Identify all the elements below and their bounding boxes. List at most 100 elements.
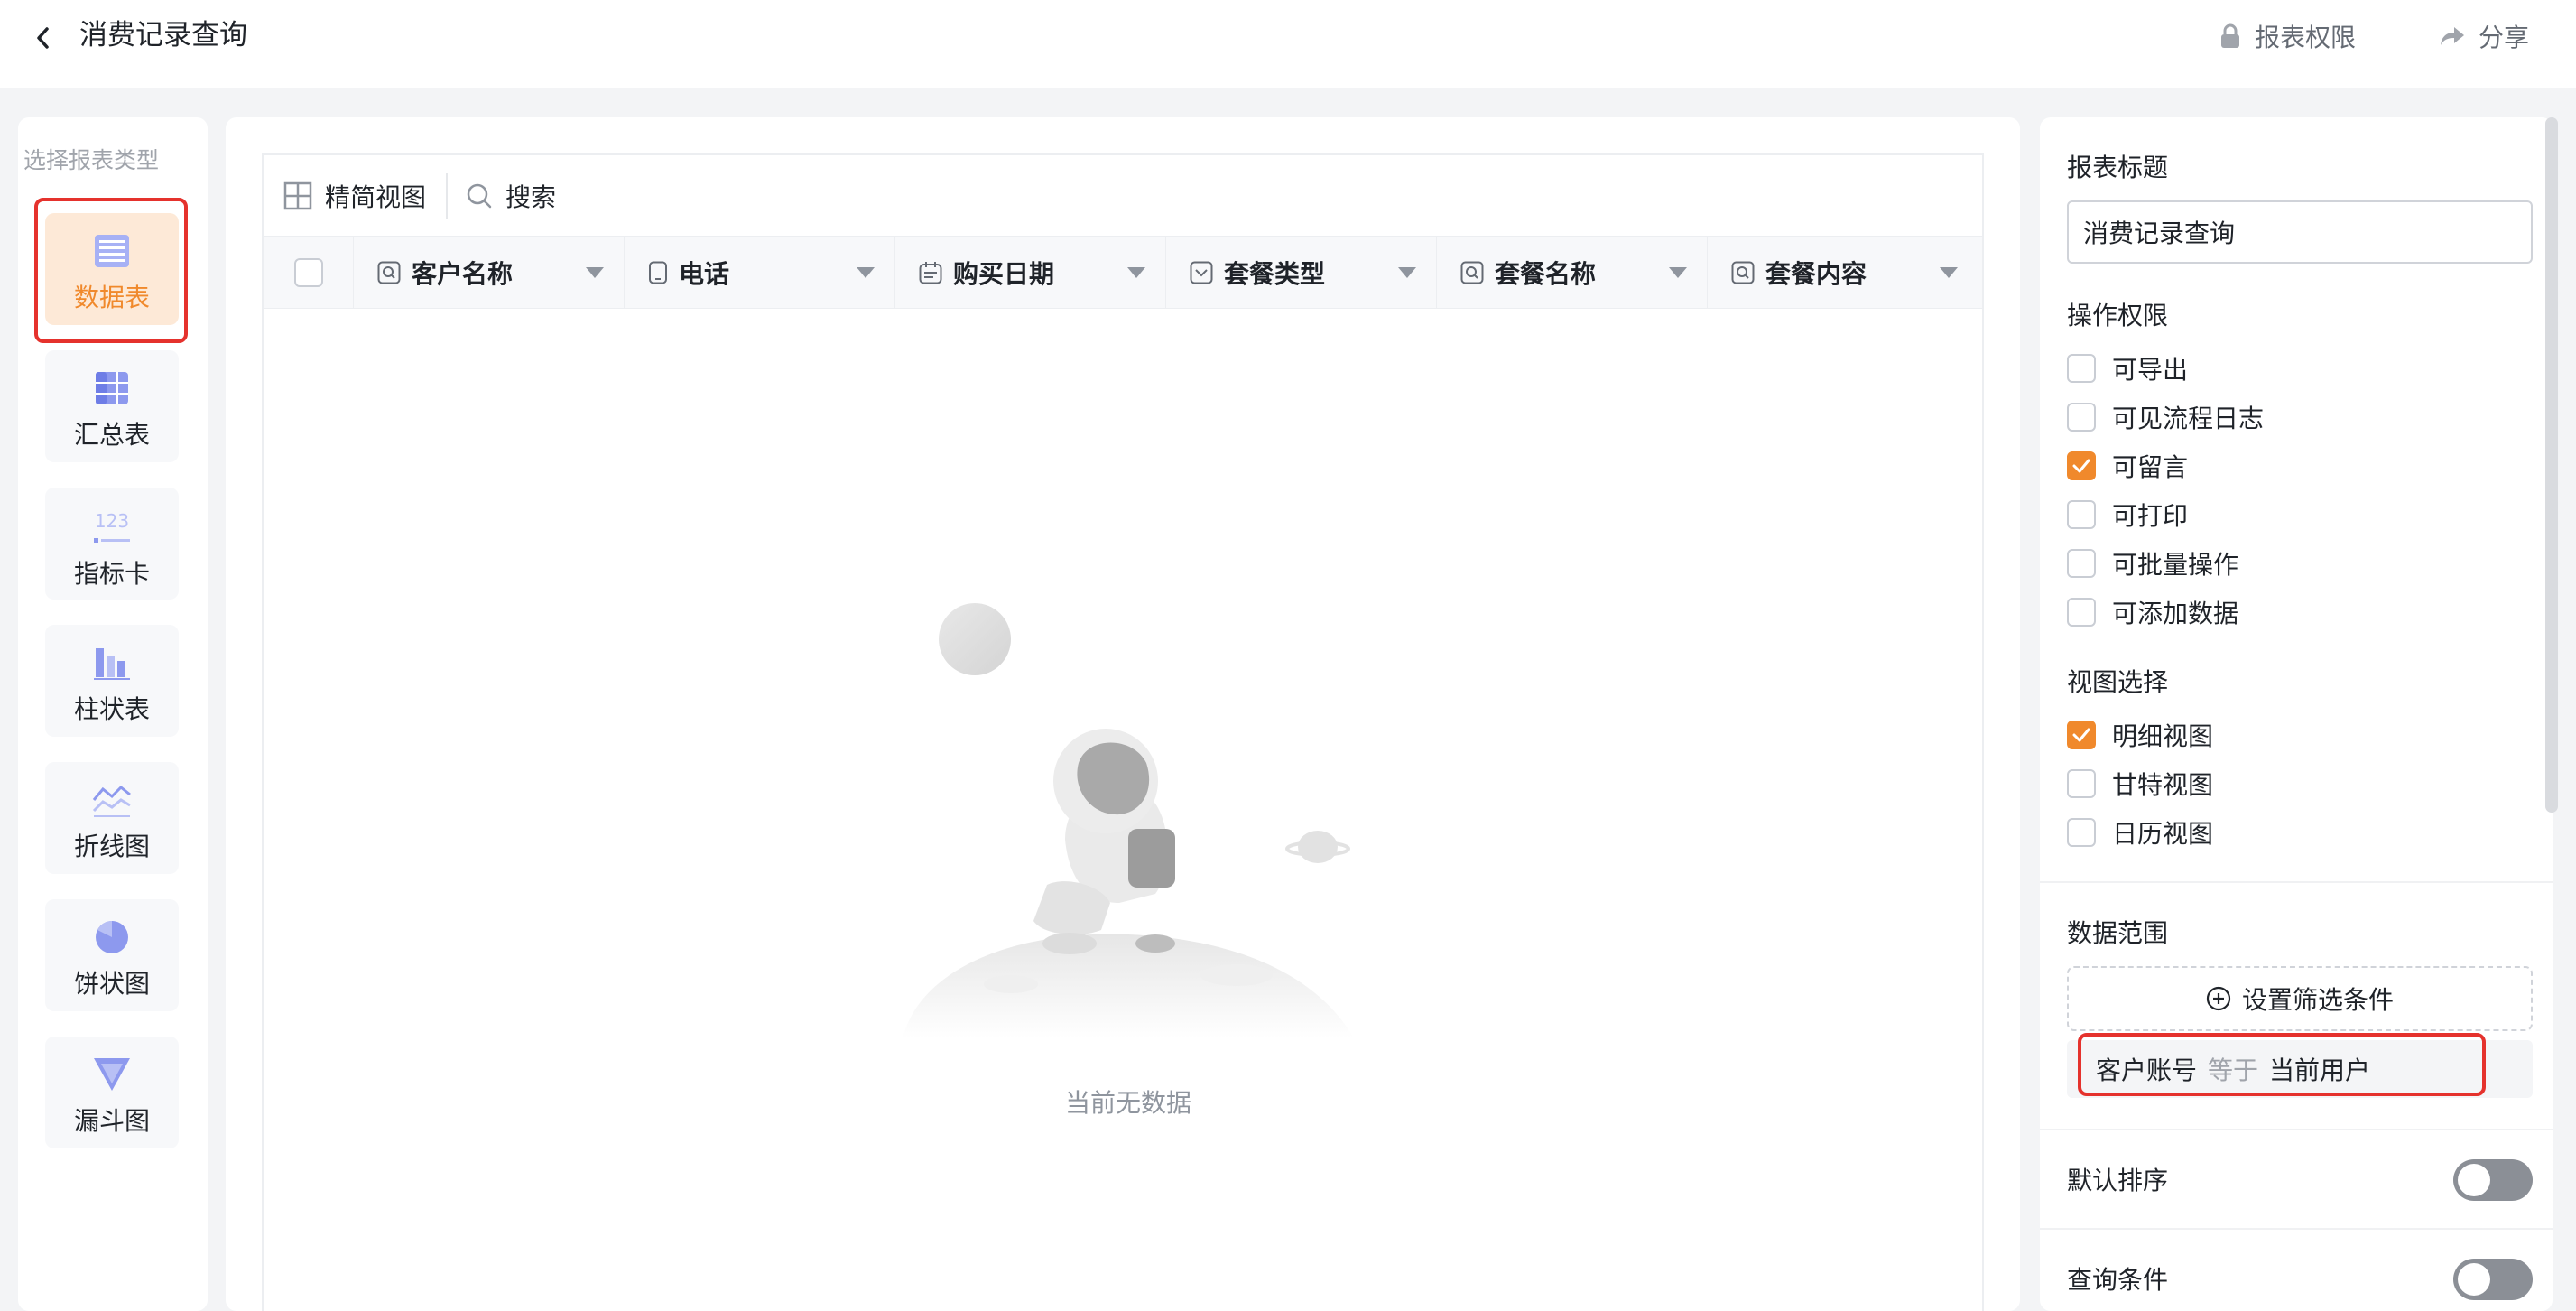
report-title-label: 报表标题	[2067, 153, 2169, 182]
query-conditions-label: 查询条件	[2067, 1265, 2169, 1295]
permission-label: 可见流程日志	[2112, 404, 2265, 433]
report-type-label: 饼状图	[73, 969, 150, 999]
default-sort-label: 默认排序	[2067, 1166, 2169, 1195]
select-all-cell	[264, 237, 354, 309]
set-filter-button[interactable]: 设置筛选条件	[2067, 966, 2533, 1031]
compact-view-label: 精简视图	[325, 181, 427, 212]
query-conditions-toggle[interactable]	[2453, 1259, 2533, 1300]
page-title: 消费记录查询	[79, 19, 247, 51]
plus-circle-icon	[2206, 986, 2231, 1011]
compact-view-button[interactable]: 精简视图	[283, 178, 426, 214]
permission-checkbox[interactable]	[2067, 403, 2096, 432]
column-header-purchase-date[interactable]: 购买日期	[895, 237, 1166, 309]
condition-field: 客户账号	[2096, 1055, 2198, 1085]
toggle-knob	[2458, 1164, 2490, 1196]
search-field-icon	[1731, 261, 1755, 284]
report-title-input[interactable]	[2067, 200, 2533, 264]
report-permission-label: 报表权限	[2255, 23, 2357, 52]
view-gantt[interactable]: 甘特视图	[2067, 766, 2213, 802]
report-type-bar[interactable]: 柱状表	[45, 625, 179, 737]
share-button[interactable]: 分享	[2439, 16, 2529, 56]
permission-export[interactable]: 可导出	[2067, 350, 2188, 386]
report-type-label: 数据表	[73, 283, 150, 312]
condition-value: 当前用户	[2269, 1055, 2371, 1085]
report-type-label: 漏斗图	[73, 1106, 150, 1136]
column-label: 套餐类型	[1224, 259, 1326, 289]
table-toolbar: 精简视图 搜索	[264, 155, 1982, 237]
svg-text:123: 123	[95, 510, 129, 532]
report-type-table[interactable]: 数据表	[45, 213, 179, 325]
column-header-package-name[interactable]: 套餐名称	[1437, 237, 1708, 309]
report-type-pie[interactable]: 饼状图	[45, 899, 179, 1011]
table-icon	[95, 235, 129, 267]
column-header-phone[interactable]: 电话	[625, 237, 895, 309]
permission-checkbox[interactable]	[2067, 598, 2096, 627]
permission-comment[interactable]: 可留言	[2067, 448, 2188, 484]
table-header-row: 客户名称 电话 购买日期 套餐类型 套餐名称 套餐内容	[264, 237, 1982, 309]
permission-checkbox[interactable]	[2067, 354, 2096, 383]
report-type-metric[interactable]: 123 指标卡	[45, 488, 179, 600]
report-type-label: 柱状表	[73, 694, 150, 724]
report-type-summary[interactable]: 汇总表	[45, 350, 179, 462]
report-type-line[interactable]: 折线图	[45, 762, 179, 874]
grid-view-icon	[283, 181, 312, 209]
permission-flow-log[interactable]: 可见流程日志	[2067, 399, 2264, 435]
view-checkbox[interactable]	[2067, 818, 2096, 847]
view-detail[interactable]: 明细视图	[2067, 717, 2213, 753]
view-checkbox[interactable]	[2067, 769, 2096, 798]
permission-checkbox[interactable]	[2067, 549, 2096, 578]
view-label: 日历视图	[2112, 819, 2214, 849]
lock-icon	[2221, 23, 2239, 48]
permission-batch[interactable]: 可批量操作	[2067, 545, 2238, 581]
view-label: 甘特视图	[2112, 770, 2214, 800]
search-label: 搜索	[505, 181, 557, 212]
permission-label: 可添加数据	[2112, 599, 2239, 628]
section-divider	[2040, 881, 2553, 883]
permission-checkbox[interactable]	[2067, 451, 2096, 480]
select-all-checkbox[interactable]	[293, 258, 323, 287]
header-bar: 消费记录查询 报表权限 分享	[0, 0, 2576, 88]
default-sort-toggle[interactable]	[2453, 1159, 2533, 1201]
empty-state-text: 当前无数据	[1064, 1088, 1191, 1118]
permission-add-data[interactable]: 可添加数据	[2067, 594, 2238, 630]
column-header-package-content[interactable]: 套餐内容	[1708, 237, 1978, 309]
view-calendar[interactable]: 日历视图	[2067, 814, 2213, 851]
back-button[interactable]	[25, 20, 61, 56]
report-permission-button[interactable]: 报表权限	[2219, 16, 2356, 56]
report-type-label: 汇总表	[73, 420, 150, 450]
report-type-funnel[interactable]: 漏斗图	[45, 1037, 179, 1148]
permission-print[interactable]: 可打印	[2067, 497, 2188, 533]
set-filter-label: 设置筛选条件	[2241, 985, 2394, 1015]
caret-down-icon[interactable]	[586, 267, 604, 278]
view-label: 明细视图	[2112, 721, 2214, 751]
checkmark-icon	[2072, 728, 2090, 742]
column-label: 电话	[679, 259, 730, 289]
calendar-icon	[919, 261, 942, 284]
search-icon	[467, 183, 492, 208]
caret-down-icon[interactable]	[857, 267, 875, 278]
caret-down-icon[interactable]	[1127, 267, 1145, 278]
filter-condition-row[interactable]: 客户账号 等于 当前用户	[2067, 1040, 2533, 1098]
funnel-chart-icon	[94, 1058, 130, 1091]
toggle-knob	[2458, 1263, 2490, 1296]
column-header-package-type[interactable]: 套餐类型	[1166, 237, 1437, 309]
column-label: 客户名称	[412, 259, 514, 289]
caret-down-icon[interactable]	[1398, 267, 1416, 278]
permission-checkbox[interactable]	[2067, 500, 2096, 529]
metric-card-icon: 123	[94, 510, 130, 543]
report-type-label: 折线图	[73, 832, 150, 861]
table-search-button[interactable]: 搜索	[466, 178, 556, 214]
phone-icon	[648, 261, 668, 284]
caret-down-icon[interactable]	[1669, 267, 1687, 278]
checkmark-icon	[2072, 459, 2090, 473]
select-icon	[1190, 261, 1213, 284]
view-selection-label: 视图选择	[2067, 667, 2169, 697]
view-checkbox[interactable]	[2067, 721, 2096, 749]
column-header-customer-name[interactable]: 客户名称	[354, 237, 625, 309]
permission-label: 可打印	[2112, 501, 2189, 531]
search-field-icon	[1460, 261, 1484, 284]
settings-scrollbar[interactable]	[2545, 117, 2558, 813]
caret-down-icon[interactable]	[1940, 267, 1958, 278]
section-divider	[2040, 1129, 2553, 1130]
section-divider	[2040, 1228, 2553, 1230]
